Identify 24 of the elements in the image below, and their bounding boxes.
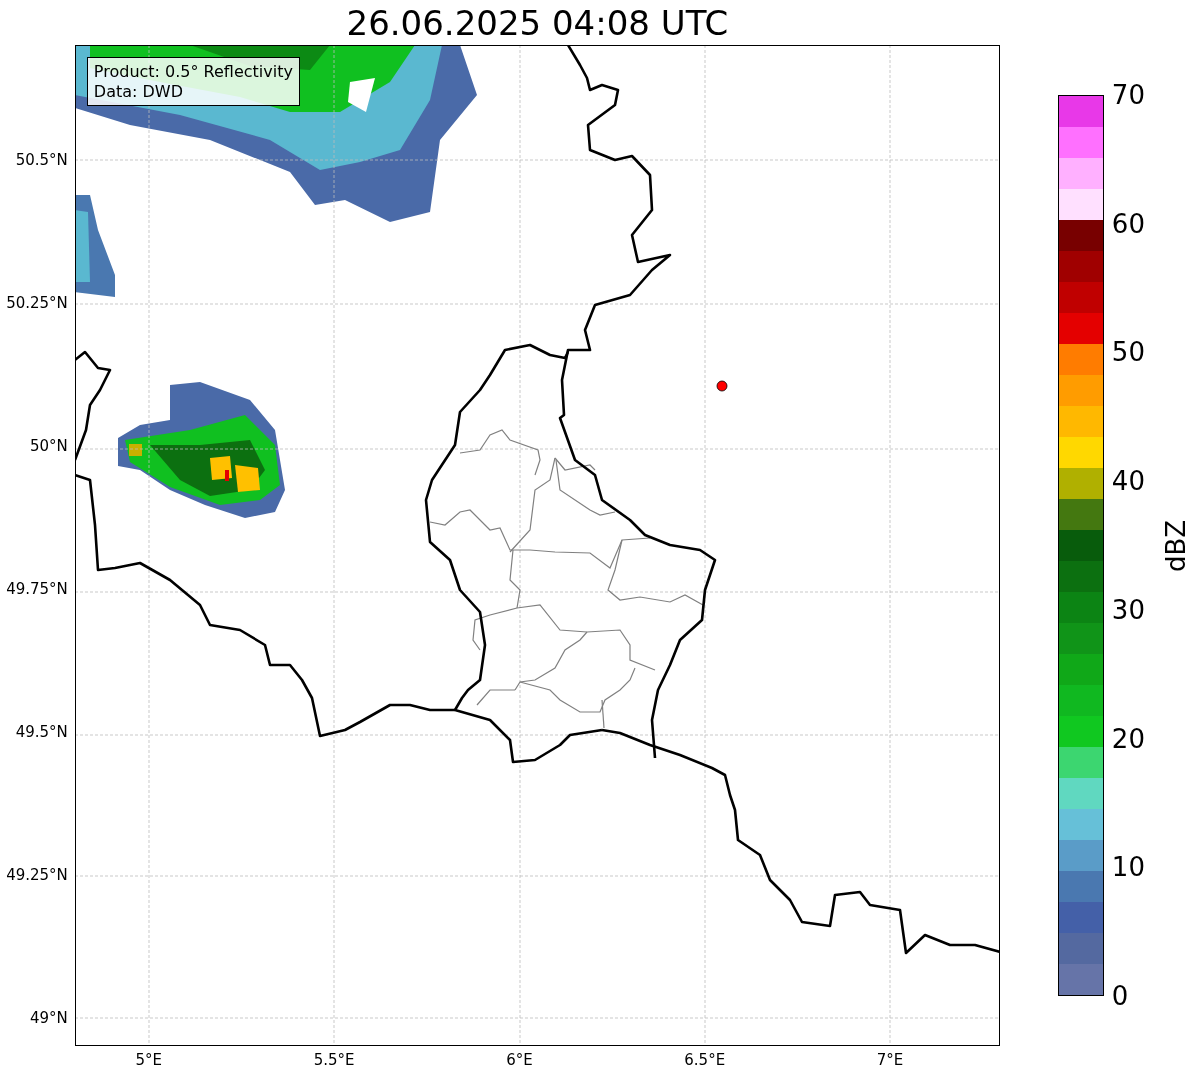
chart-title: 26.06.2025 04:08 UTC [345,1,730,45]
info-box: Product: 0.5° Reflectivity Data: DWD [86,57,300,106]
colorbar-tick-label: 30 [1111,594,1145,625]
colorbar-tick-label: 20 [1111,723,1145,754]
longitude-label: 5°E [135,1051,163,1069]
colorbar-tick-label: 70 [1111,80,1145,110]
colorbar-tick-label: 60 [1111,208,1145,239]
colorbar-tick-label: 0 [1111,981,1129,1011]
longitude-label: 5.5°E [313,1051,355,1069]
colorbar-label: dBZ [1160,519,1191,572]
longitude-label: 6.5°E [684,1051,726,1069]
latitude-label: 50.25°N [6,294,68,312]
location-marker [716,380,728,392]
longitude-label: 7°E [876,1051,904,1069]
latitude-label: 49°N [30,1009,68,1027]
latitude-label: 50°N [30,437,68,455]
colorbar-tick-label: 40 [1111,466,1145,497]
latitude-label: 50.5°N [15,151,68,169]
longitude-label: 6°E [506,1051,533,1069]
colorbar-tick-label: 10 [1111,852,1145,883]
colorbar-tick-label: 50 [1111,337,1145,368]
latitude-label: 49.25°N [6,866,68,884]
latitude-label: 49.5°N [15,723,68,741]
latitude-label: 49.75°N [6,580,68,598]
